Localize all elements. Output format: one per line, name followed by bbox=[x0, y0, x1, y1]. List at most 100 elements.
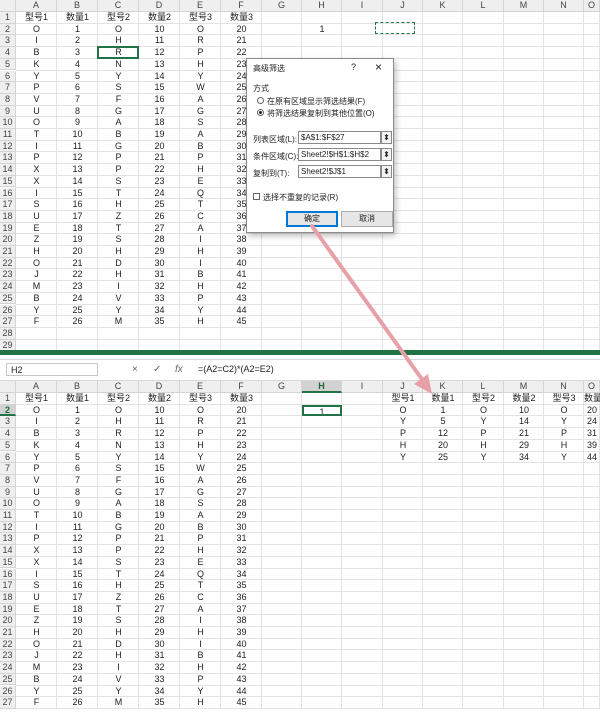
table-cell[interactable]: 25 bbox=[221, 463, 262, 475]
table-cell[interactable]: S bbox=[16, 199, 57, 211]
table-cell[interactable]: M bbox=[16, 281, 57, 293]
table-cell[interactable]: P bbox=[180, 152, 221, 164]
table-cell[interactable]: U bbox=[16, 211, 57, 223]
row-header[interactable]: 15 bbox=[0, 556, 16, 569]
table-cell[interactable]: 31 bbox=[139, 269, 180, 281]
table-cell[interactable]: 35 bbox=[139, 316, 180, 328]
table-cell[interactable]: Y bbox=[16, 305, 57, 317]
table-cell[interactable]: 41 bbox=[221, 650, 262, 662]
table-cell[interactable]: 11 bbox=[57, 522, 98, 534]
table-cell[interactable]: 40 bbox=[221, 258, 262, 270]
column-header-h[interactable]: H bbox=[302, 381, 342, 393]
ok-button[interactable]: 确定 bbox=[286, 211, 338, 227]
table-cell[interactable]: 39 bbox=[221, 627, 262, 639]
table-cell[interactable]: O bbox=[16, 258, 57, 270]
table-cell[interactable]: P bbox=[180, 533, 221, 545]
option-copy-radio[interactable] bbox=[257, 109, 264, 116]
column-header-o[interactable]: O bbox=[584, 0, 600, 12]
table-cell[interactable]: 10 bbox=[57, 510, 98, 522]
result-header-cell[interactable]: 数量3 bbox=[584, 393, 600, 405]
column-header-l[interactable]: L bbox=[463, 0, 504, 12]
table-cell[interactable]: 21 bbox=[57, 639, 98, 651]
table-cell[interactable]: 23 bbox=[57, 662, 98, 674]
table-cell[interactable]: 16 bbox=[57, 580, 98, 592]
table-cell[interactable]: 15 bbox=[57, 188, 98, 200]
table-cell[interactable]: R bbox=[180, 35, 221, 47]
table-cell[interactable]: T bbox=[98, 188, 139, 200]
table-cell[interactable]: H bbox=[98, 416, 139, 428]
table-cell[interactable]: A bbox=[180, 94, 221, 106]
table-cell[interactable]: D bbox=[98, 639, 139, 651]
result-cell[interactable]: 10 bbox=[504, 405, 544, 417]
table-cell[interactable]: S bbox=[180, 117, 221, 129]
table-cell[interactable]: H bbox=[98, 580, 139, 592]
column-header-k[interactable]: K bbox=[423, 381, 463, 393]
result-cell[interactable]: Y bbox=[383, 452, 423, 464]
table-cell[interactable]: P bbox=[180, 674, 221, 686]
table-cell[interactable]: I bbox=[180, 258, 221, 270]
name-box[interactable]: H2 bbox=[6, 363, 98, 376]
row-header[interactable]: 20 bbox=[0, 615, 16, 627]
cell-h2[interactable]: 1 bbox=[302, 404, 342, 417]
row-header[interactable]: 29 bbox=[0, 339, 16, 350]
table-cell[interactable]: 13 bbox=[139, 440, 180, 452]
table-cell[interactable]: 4 bbox=[57, 440, 98, 452]
table-cell[interactable]: G bbox=[180, 487, 221, 499]
column-header-j[interactable]: J bbox=[383, 381, 423, 393]
table-cell[interactable]: Z bbox=[16, 234, 57, 246]
header-cell[interactable]: 型号1 bbox=[16, 12, 57, 24]
column-header-a[interactable]: A bbox=[16, 0, 57, 12]
table-cell[interactable]: 33 bbox=[221, 557, 262, 569]
table-cell[interactable]: 21 bbox=[139, 152, 180, 164]
table-cell[interactable]: P bbox=[98, 545, 139, 557]
table-cell[interactable]: T bbox=[98, 604, 139, 616]
table-cell[interactable]: C bbox=[180, 211, 221, 223]
row-header[interactable]: 22 bbox=[0, 638, 16, 651]
table-cell[interactable]: 5 bbox=[57, 71, 98, 83]
result-header-cell[interactable]: 型号2 bbox=[463, 393, 504, 405]
table-cell[interactable]: 10 bbox=[57, 129, 98, 141]
column-header-b[interactable]: B bbox=[57, 0, 98, 12]
table-cell[interactable]: N bbox=[98, 59, 139, 71]
table-cell[interactable]: 18 bbox=[139, 498, 180, 510]
result-cell[interactable]: O bbox=[463, 405, 504, 417]
table-cell[interactable]: 45 bbox=[221, 316, 262, 328]
table-cell[interactable]: 19 bbox=[57, 615, 98, 627]
result-cell[interactable]: 12 bbox=[423, 428, 463, 440]
close-icon[interactable]: × bbox=[375, 60, 382, 74]
table-cell[interactable]: 25 bbox=[57, 686, 98, 698]
table-cell[interactable]: 12 bbox=[139, 428, 180, 440]
table-cell[interactable]: S bbox=[98, 615, 139, 627]
result-cell[interactable]: 20 bbox=[584, 405, 600, 417]
table-cell[interactable]: S bbox=[16, 580, 57, 592]
table-cell[interactable]: S bbox=[98, 463, 139, 475]
table-cell[interactable]: 12 bbox=[57, 152, 98, 164]
table-cell[interactable]: 1 bbox=[57, 405, 98, 417]
table-cell[interactable]: T bbox=[98, 223, 139, 235]
table-cell[interactable]: B bbox=[98, 510, 139, 522]
table-cell[interactable]: 44 bbox=[221, 305, 262, 317]
table-cell[interactable]: E bbox=[180, 176, 221, 188]
table-cell[interactable]: Y bbox=[98, 305, 139, 317]
table-cell[interactable]: G bbox=[180, 106, 221, 118]
table-cell[interactable]: 11 bbox=[57, 141, 98, 153]
table-cell[interactable]: 2 bbox=[57, 35, 98, 47]
result-cell[interactable]: 31 bbox=[584, 428, 600, 440]
table-cell[interactable]: 1 bbox=[57, 24, 98, 36]
table-cell[interactable]: 17 bbox=[139, 487, 180, 499]
table-cell[interactable]: 9 bbox=[57, 117, 98, 129]
table-cell[interactable]: 26 bbox=[139, 592, 180, 604]
list-range-field[interactable]: $A$1:$F$27 bbox=[298, 131, 381, 144]
header-cell[interactable]: 型号2 bbox=[98, 393, 139, 405]
table-cell[interactable]: T bbox=[16, 510, 57, 522]
table-cell[interactable]: H bbox=[180, 662, 221, 674]
row-header[interactable]: 21 bbox=[0, 627, 16, 639]
table-cell[interactable]: Z bbox=[98, 592, 139, 604]
table-cell[interactable]: R bbox=[180, 416, 221, 428]
table-cell[interactable]: 22 bbox=[57, 269, 98, 281]
table-cell[interactable]: 13 bbox=[139, 59, 180, 71]
table-cell[interactable]: K bbox=[16, 440, 57, 452]
table-cell[interactable]: 43 bbox=[221, 674, 262, 686]
table-cell[interactable]: 8 bbox=[57, 106, 98, 118]
table-cell[interactable]: 42 bbox=[221, 281, 262, 293]
